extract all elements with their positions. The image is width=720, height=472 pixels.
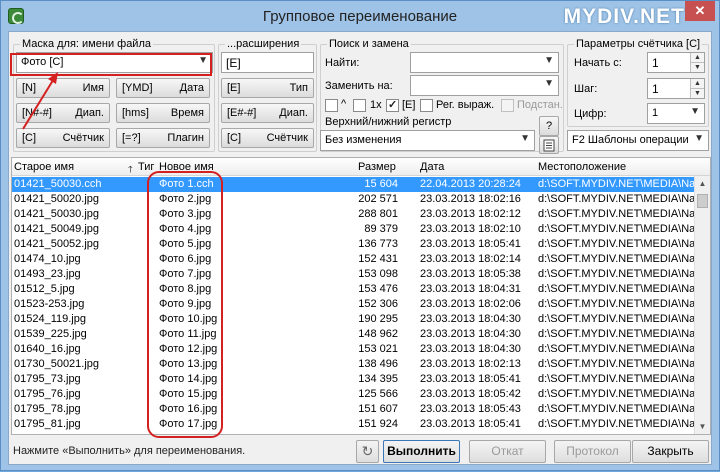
annotation-arrow (22, 72, 58, 130)
rename-window: Групповое переименование MYDIV.NET ✕ Мас… (0, 0, 720, 471)
